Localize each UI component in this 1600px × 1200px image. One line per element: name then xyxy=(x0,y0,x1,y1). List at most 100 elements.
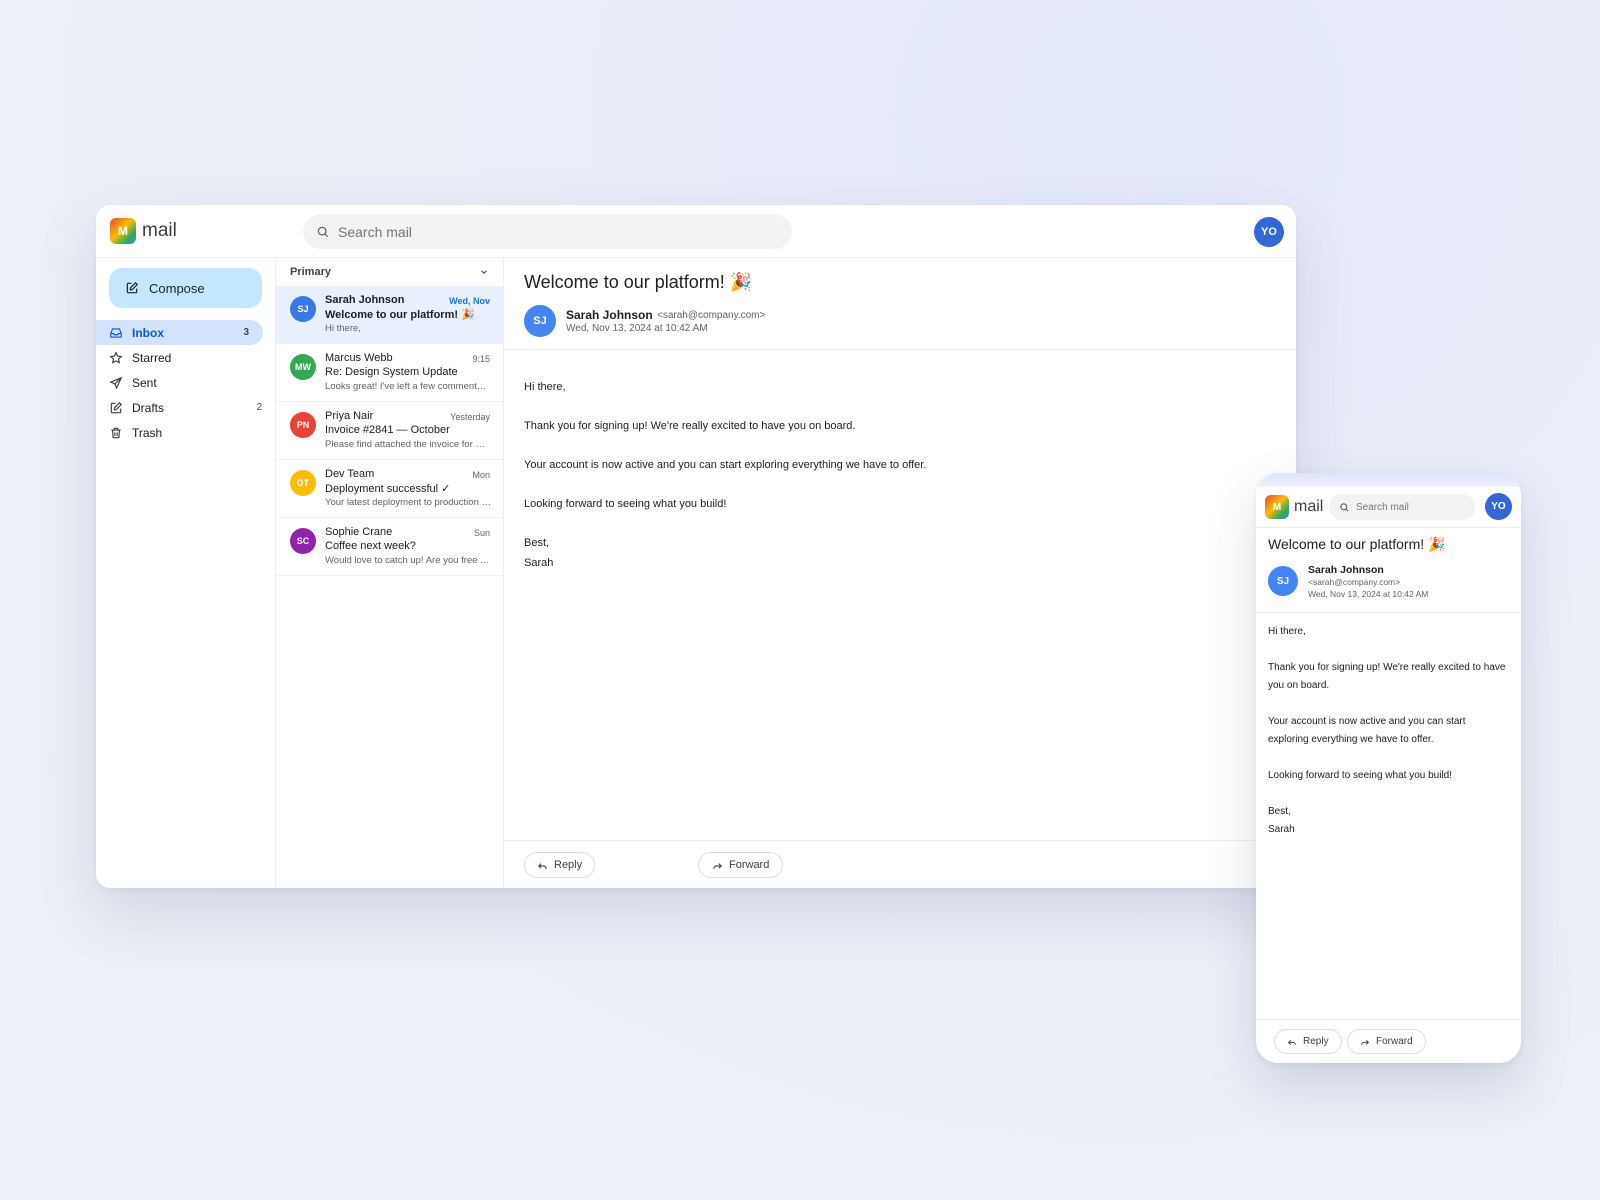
reply-button[interactable]: Reply xyxy=(1274,1029,1342,1054)
email-body: Hi there, Thank you for signing up! We'r… xyxy=(524,377,926,573)
chevron-down-icon xyxy=(479,267,489,277)
user-avatar[interactable]: YO xyxy=(1254,217,1284,247)
email-subject: Welcome to our platform! 🎉 xyxy=(1268,536,1446,552)
sidebar-item-sent[interactable]: Sent xyxy=(96,370,276,395)
message-preview: Looks great! I've left a few comments on… xyxy=(325,381,491,392)
message-subject: Re: Design System Update xyxy=(325,366,458,378)
sender-avatar: SJ xyxy=(1268,566,1298,596)
forward-button[interactable]: Forward xyxy=(698,852,784,878)
sidebar-nav: Inbox 3 Starred Sent Drafts 2 Trash xyxy=(96,320,276,445)
message-time: Wed, Nov xyxy=(449,296,490,306)
compose-label: Compose xyxy=(149,280,205,296)
sender-avatar: DT xyxy=(290,470,316,496)
sidebar-item-label: Inbox xyxy=(132,325,164,340)
email-actions: Reply Forward xyxy=(504,840,1296,888)
email-paragraph: Thank you for signing up! We're really e… xyxy=(1268,662,1506,691)
sender-name: Sarah Johnson xyxy=(566,308,653,322)
email-signature: Sarah xyxy=(1268,824,1295,835)
edit-icon xyxy=(109,401,123,415)
sidebar-item-inbox[interactable]: Inbox 3 xyxy=(96,320,263,345)
email-paragraph: Looking forward to seeing what you build… xyxy=(1268,770,1453,781)
inbox-icon xyxy=(109,326,123,340)
message-preview: Hi there, xyxy=(325,323,361,334)
sender-email: <sarah@company.com> xyxy=(1308,577,1401,587)
search-bar[interactable] xyxy=(1329,494,1475,520)
sender-avatar: MW xyxy=(290,354,316,380)
email-body: Hi there, Thank you for signing up! We'r… xyxy=(1268,623,1508,839)
message-subject: Deployment successful ✓ xyxy=(325,483,451,495)
sender-name: Sarah Johnson xyxy=(1308,564,1384,576)
message-time: Mon xyxy=(472,470,490,480)
message-preview: Would love to catch up! Are you free Tue… xyxy=(325,555,491,566)
trash-icon xyxy=(109,426,123,440)
forward-label: Forward xyxy=(729,859,770,871)
message-subject: Welcome to our platform! 🎉 xyxy=(325,309,475,321)
email-signoff: Best, xyxy=(1268,806,1291,817)
search-input[interactable] xyxy=(1356,501,1475,513)
category-selector[interactable]: Primary xyxy=(276,258,503,286)
drafts-count: 2 xyxy=(256,402,262,413)
email-paragraph: Thank you for signing up! We're really e… xyxy=(524,420,856,432)
search-icon xyxy=(316,225,330,239)
search-bar[interactable] xyxy=(303,214,792,249)
compose-icon xyxy=(125,281,139,295)
mobile-window: M mail YO Welcome to our platform! 🎉 SJ … xyxy=(1256,473,1521,1063)
sidebar-item-label: Trash xyxy=(132,425,163,440)
reply-icon xyxy=(537,860,548,871)
sidebar-item-drafts[interactable]: Drafts 2 xyxy=(96,395,276,420)
search-input[interactable] xyxy=(338,223,792,240)
reply-icon xyxy=(1287,1037,1297,1047)
message-row[interactable]: MW Marcus Webb 9:15 Re: Design System Up… xyxy=(276,344,503,402)
user-avatar[interactable]: YO xyxy=(1485,493,1512,520)
message-from: Priya Nair xyxy=(325,410,374,422)
search-icon xyxy=(1339,502,1350,513)
email-paragraph: Your account is now active and you can s… xyxy=(1268,716,1466,745)
desktop-window: M mail YO Compose Inbox 3 xyxy=(96,205,1296,888)
message-subject: Invoice #2841 — October xyxy=(325,424,450,436)
message-row[interactable]: SJ Sarah Johnson Wed, Nov Welcome to our… xyxy=(276,286,503,344)
inbox-count: 3 xyxy=(243,327,249,338)
email-signature: Sarah xyxy=(524,557,554,569)
compose-button[interactable]: Compose xyxy=(109,268,262,308)
email-date: Wed, Nov 13, 2024 at 10:42 AM xyxy=(1308,589,1429,599)
email-greeting: Hi there, xyxy=(524,381,566,393)
sidebar-item-label: Sent xyxy=(132,375,157,390)
send-icon xyxy=(109,376,123,390)
reply-label: Reply xyxy=(554,859,583,871)
app-name: mail xyxy=(1294,498,1324,515)
reply-label: Reply xyxy=(1303,1036,1329,1047)
message-time: Yesterday xyxy=(450,412,490,422)
divider xyxy=(1256,612,1521,613)
sender-avatar: SJ xyxy=(290,296,316,322)
email-actions: Reply Forward xyxy=(1256,1019,1521,1063)
email-subject: Welcome to our platform! 🎉 xyxy=(524,272,753,292)
email-paragraph: Your account is now active and you can s… xyxy=(524,459,927,471)
message-row[interactable]: PN Priya Nair Yesterday Invoice #2841 — … xyxy=(276,402,503,460)
message-list: Primary SJ Sarah Johnson Wed, Nov Welcom… xyxy=(276,258,504,888)
message-from: Marcus Webb xyxy=(325,352,393,364)
reply-button[interactable]: Reply xyxy=(524,852,596,878)
sidebar-item-starred[interactable]: Starred xyxy=(96,345,276,370)
app-logo[interactable]: M mail xyxy=(110,218,177,244)
sidebar: Compose Inbox 3 Starred Sent Drafts 2 Tr… xyxy=(96,258,276,888)
sidebar-item-label: Starred xyxy=(132,350,172,365)
message-time: Sun xyxy=(473,528,490,538)
app-header: M mail YO xyxy=(96,205,1296,258)
message-row[interactable]: SC Sophie Crane Sun Coffee next week? Wo… xyxy=(276,518,503,576)
message-from: Dev Team xyxy=(325,468,375,480)
message-preview: Your latest deployment to production com… xyxy=(325,497,491,508)
reading-pane: Welcome to our platform! 🎉 SJ Sarah John… xyxy=(504,258,1296,888)
email-paragraph: Looking forward to seeing what you build… xyxy=(524,498,727,510)
forward-icon xyxy=(1360,1037,1370,1047)
divider xyxy=(504,349,1296,350)
app-logo[interactable]: M mail xyxy=(1265,495,1323,519)
logo-mark: M xyxy=(1265,495,1289,519)
message-subject: Coffee next week? xyxy=(325,540,416,552)
sender-email: <sarah@company.com> xyxy=(657,310,766,321)
message-row[interactable]: DT Dev Team Mon Deployment successful ✓ … xyxy=(276,460,503,518)
message-time: 9:15 xyxy=(472,354,490,364)
forward-button[interactable]: Forward xyxy=(1347,1029,1426,1054)
sender-avatar: SC xyxy=(290,528,316,554)
email-greeting: Hi there, xyxy=(1268,626,1306,637)
sidebar-item-trash[interactable]: Trash xyxy=(96,420,276,445)
